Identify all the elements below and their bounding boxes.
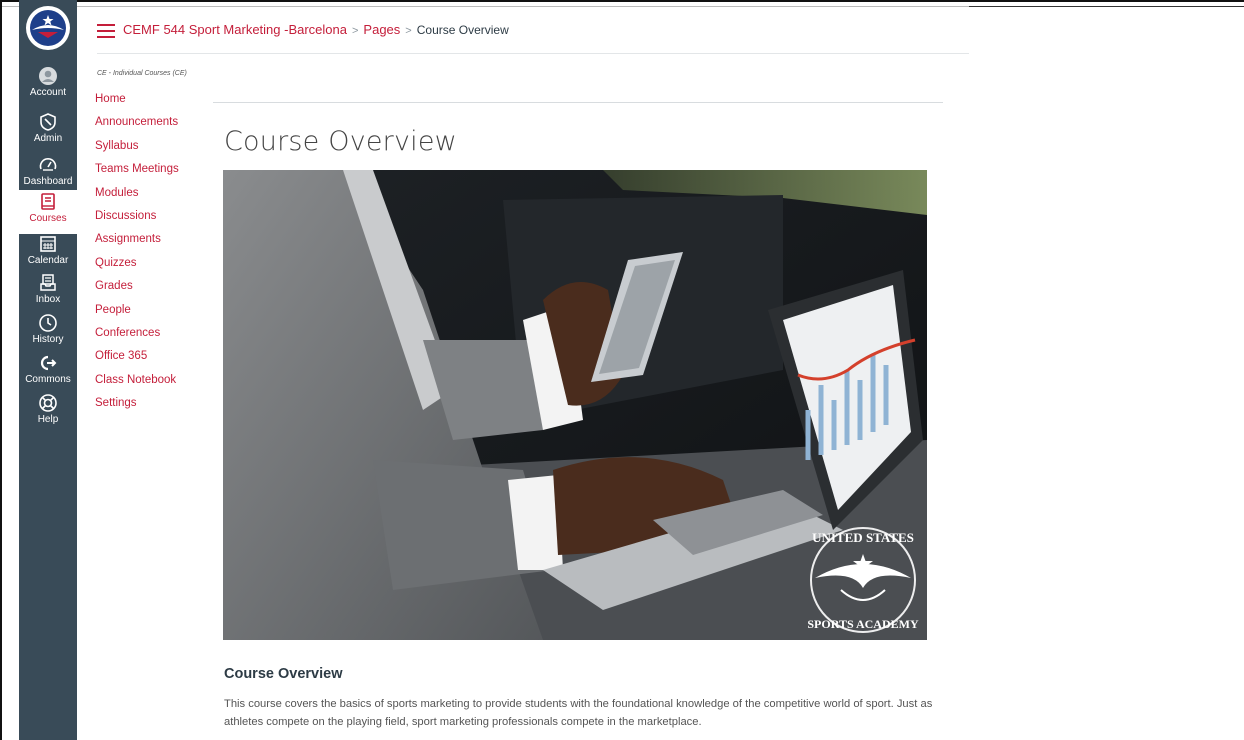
course-description: This course covers the basics of sports … — [224, 698, 933, 728]
user-avatar-icon — [39, 67, 57, 85]
global-nav-label: History — [32, 334, 64, 345]
header-divider — [97, 53, 969, 54]
global-nav-courses[interactable]: Courses — [19, 190, 77, 234]
global-nav-label: Help — [37, 414, 59, 425]
breadcrumb: CEMF 544 Sport Marketing -Barcelona > Page… — [123, 22, 509, 37]
breadcrumb-separator: > — [351, 25, 359, 37]
divider — [969, 6, 1244, 7]
course-nav-modules[interactable]: Modules — [95, 185, 179, 208]
watermark-text-bottom: SPORTS ACADEMY — [807, 617, 919, 631]
page-title: Course Overview — [224, 126, 457, 157]
course-nav-home[interactable]: Home — [95, 91, 179, 114]
breadcrumb-pages-link[interactable]: Pages — [363, 22, 400, 37]
breadcrumb-course-link[interactable]: CEMF 544 Sport Marketing -Barcelona — [123, 22, 347, 37]
section-heading: Course Overview — [224, 666, 343, 682]
watermark-text-top: UNITED STATES — [812, 530, 914, 545]
global-nav-label: Dashboard — [23, 176, 73, 187]
hamburger-menu-icon[interactable] — [97, 24, 115, 38]
breadcrumb-separator: > — [405, 25, 412, 37]
course-nav-syllabus[interactable]: Syllabus — [95, 138, 179, 161]
global-nav-calendar[interactable]: Calendar — [19, 234, 77, 266]
course-nav-class-notebook[interactable]: Class Notebook — [95, 372, 179, 395]
global-nav-dashboard[interactable]: Dashboard — [19, 155, 77, 187]
course-nav-settings[interactable]: Settings — [95, 395, 179, 418]
global-nav-label: Admin — [33, 133, 63, 144]
course-nav-announcements[interactable]: Announcements — [95, 114, 179, 137]
global-nav-history[interactable]: History — [19, 313, 77, 345]
lifebuoy-icon — [39, 394, 57, 412]
shield-icon — [40, 113, 56, 131]
content-divider — [213, 102, 943, 103]
course-nav-office-365[interactable]: Office 365 — [95, 348, 179, 371]
course-navigation: Home Announcements Syllabus Teams Meetin… — [95, 91, 179, 418]
global-nav-label: Account — [29, 87, 67, 98]
window-left-border — [0, 0, 6, 740]
academy-logo[interactable] — [24, 4, 72, 52]
course-nav-quizzes[interactable]: Quizzes — [95, 255, 179, 278]
course-nav-people[interactable]: People — [95, 302, 179, 325]
global-nav-label: Inbox — [35, 294, 61, 305]
clock-icon — [39, 314, 57, 332]
course-nav-assignments[interactable]: Assignments — [95, 231, 179, 254]
course-nav-grades[interactable]: Grades — [95, 278, 179, 301]
inbox-icon — [40, 274, 56, 291]
calendar-icon — [40, 236, 56, 252]
global-nav-label: Courses — [29, 213, 67, 224]
global-nav-admin[interactable]: Admin — [19, 112, 77, 144]
global-nav-label: Commons — [25, 374, 71, 385]
course-nav-discussions[interactable]: Discussions — [95, 208, 179, 231]
speedometer-icon — [39, 158, 57, 171]
global-nav-label: Calendar — [27, 255, 69, 266]
global-nav-commons[interactable]: Commons — [19, 353, 77, 385]
breadcrumb-current: Course Overview — [416, 23, 509, 37]
course-nav-teams-meetings[interactable]: Teams Meetings — [95, 161, 179, 184]
global-nav-account[interactable]: Account — [19, 66, 77, 98]
commons-arrow-icon — [40, 355, 57, 371]
course-banner-image: UNITED STATES SPORTS ACADEMY — [223, 170, 927, 640]
book-icon — [41, 193, 55, 210]
course-term-label: CE - Individual Courses (CE) — [97, 70, 187, 77]
course-nav-conferences[interactable]: Conferences — [95, 325, 179, 348]
global-nav-inbox[interactable]: Inbox — [19, 273, 77, 305]
global-navigation: Account Admin Dashboard Courses Calendar… — [19, 0, 77, 740]
global-nav-help[interactable]: Help — [19, 393, 77, 425]
